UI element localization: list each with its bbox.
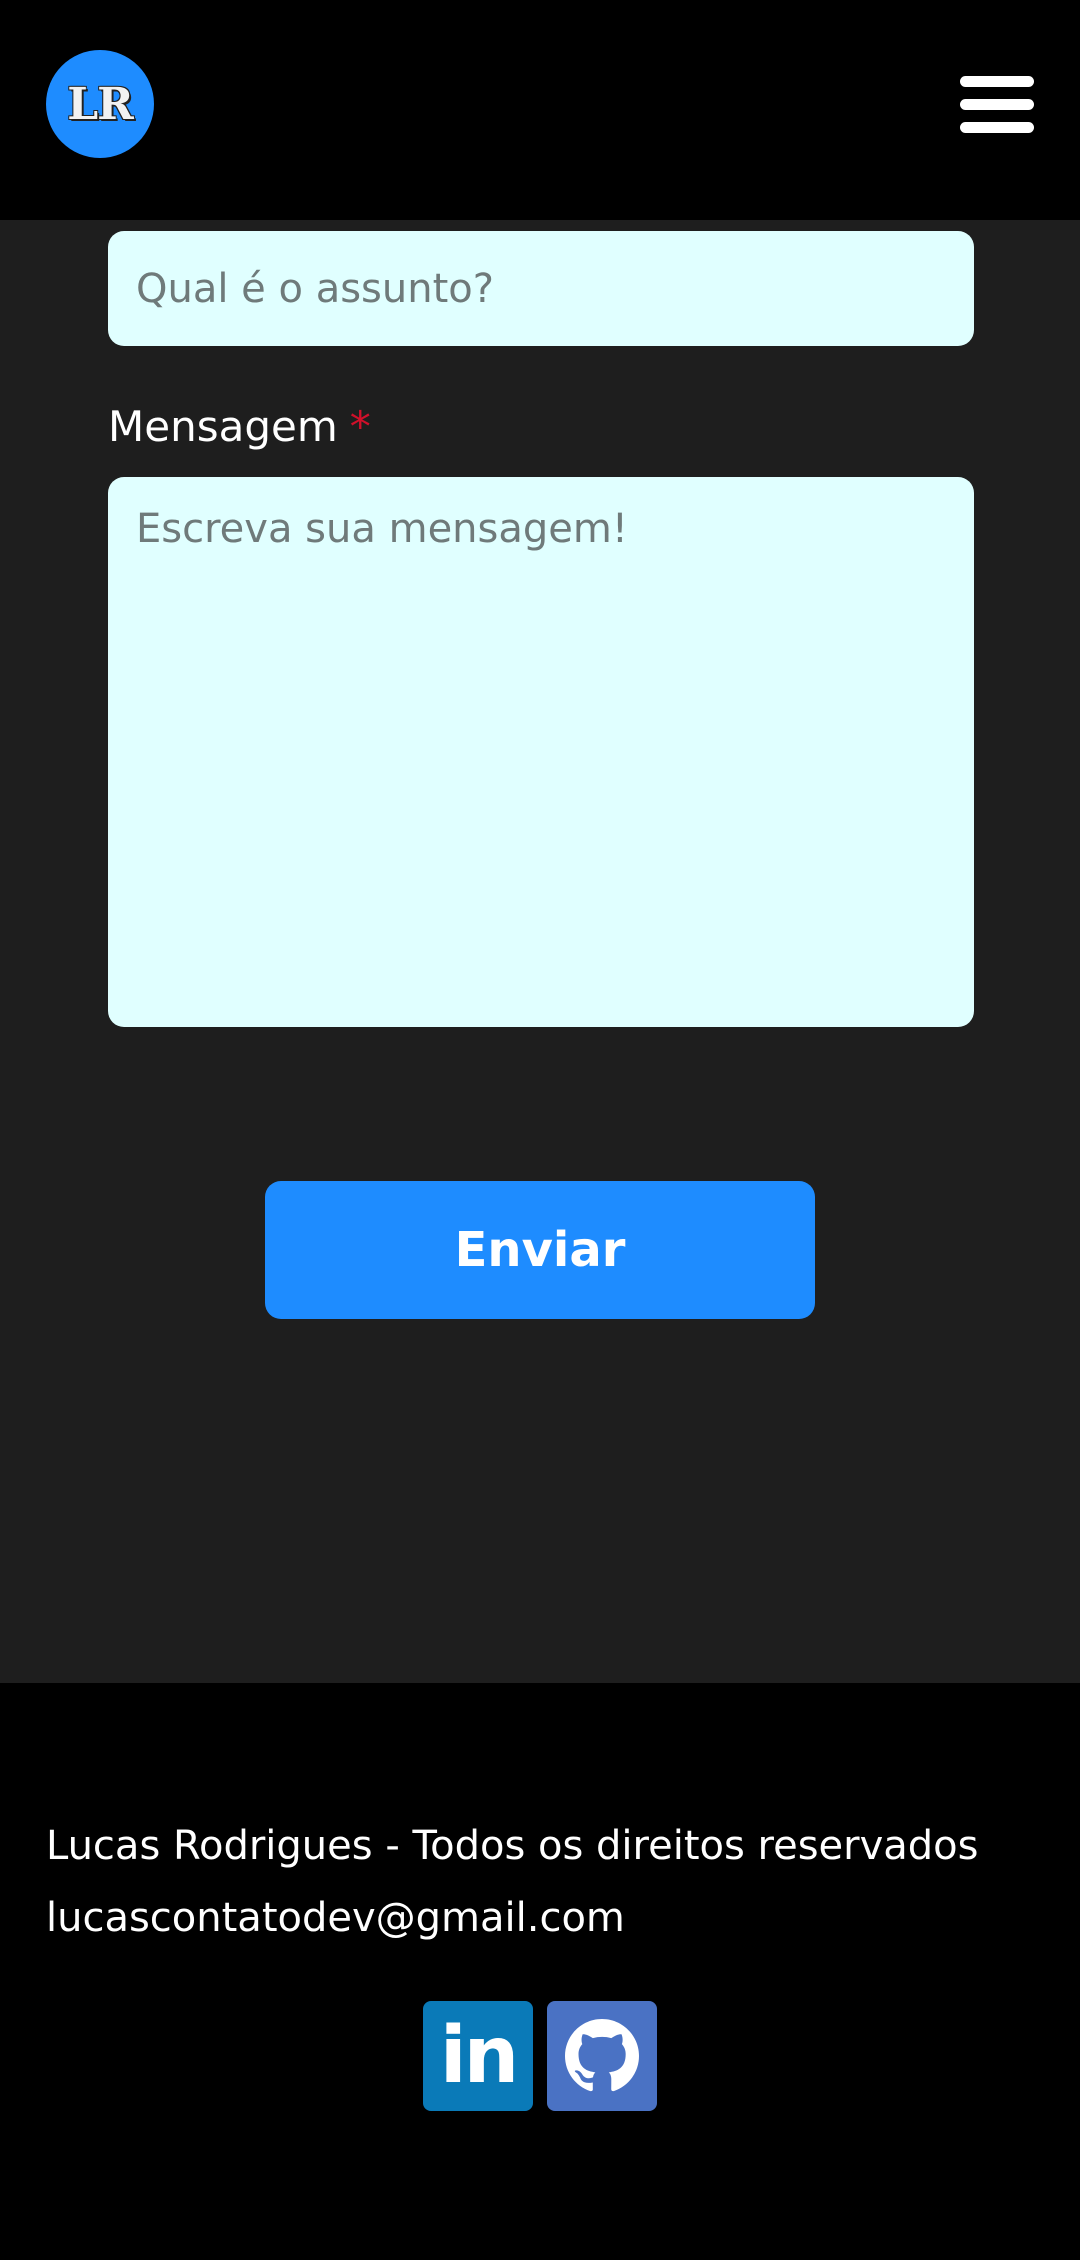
message-label-text: Mensagem — [108, 402, 338, 451]
copyright-text: Lucas Rodrigues - Todos os direitos rese… — [46, 1823, 979, 1869]
logo[interactable]: LR — [46, 50, 154, 158]
logo-text: LR — [67, 78, 134, 130]
github-icon[interactable] — [547, 2001, 657, 2111]
required-marker: * — [349, 402, 371, 451]
site-footer: Lucas Rodrigues - Todos os direitos rese… — [0, 1683, 1080, 2260]
github-logo-icon — [565, 2019, 639, 2092]
contact-form: Mensagem* Enviar — [0, 220, 1080, 1683]
contact-email: lucascontatodev@gmail.com — [46, 1895, 625, 1941]
send-button[interactable]: Enviar — [265, 1181, 815, 1319]
message-textarea[interactable] — [108, 477, 974, 1027]
hamburger-menu-icon[interactable] — [958, 76, 1038, 134]
message-label: Mensagem * — [108, 402, 371, 451]
linkedin-icon[interactable]: in — [423, 2001, 533, 2111]
subject-input[interactable] — [108, 231, 974, 346]
site-header: LR — [0, 0, 1080, 220]
linkedin-icon-text: in — [439, 2011, 519, 2101]
